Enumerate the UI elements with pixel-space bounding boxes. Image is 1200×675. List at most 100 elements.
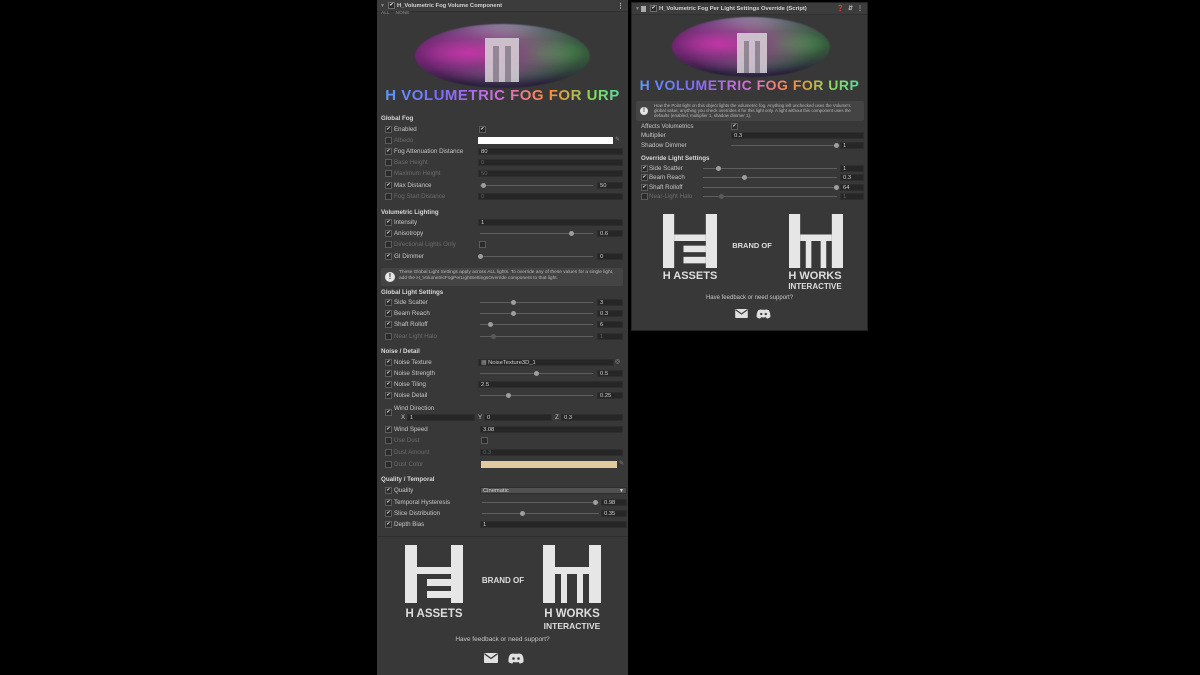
- override-checkbox[interactable]: ✔: [385, 181, 392, 189]
- override-checkbox[interactable]: ✔: [385, 391, 392, 399]
- noise-detail-field[interactable]: 0.25: [597, 391, 623, 399]
- override-checkbox[interactable]: ✔: [385, 509, 392, 517]
- shaft-rolloff-field[interactable]: 6: [597, 320, 623, 328]
- beam-reach-field[interactable]: 0.3: [597, 309, 623, 317]
- wind-x-field[interactable]: 1: [407, 413, 475, 421]
- object-picker-icon[interactable]: ◎: [615, 358, 620, 365]
- mail-icon[interactable]: [735, 309, 748, 318]
- override-checkbox[interactable]: [385, 332, 392, 340]
- override-checkbox[interactable]: ✔: [385, 320, 392, 328]
- override-checkbox[interactable]: ✔: [641, 173, 648, 181]
- near-light-halo-field[interactable]: 1: [597, 332, 623, 340]
- side-scatter-slider-track[interactable]: [480, 302, 593, 303]
- shaft-rolloff-slider-track[interactable]: [703, 187, 837, 188]
- fog-start-distance-field[interactable]: 0: [478, 192, 623, 200]
- side-scatter-field[interactable]: 3: [597, 298, 623, 306]
- shadow-dimmer-slider-track[interactable]: [731, 145, 837, 146]
- max-distance-field[interactable]: 50: [597, 181, 623, 189]
- override-checkbox[interactable]: ✔: [385, 298, 392, 306]
- enabled-toggle[interactable]: ✔: [479, 125, 486, 133]
- foldout-arrow-icon[interactable]: ▼: [380, 3, 386, 9]
- override-checkbox[interactable]: ✔: [641, 183, 648, 191]
- discord-icon[interactable]: [508, 653, 524, 664]
- override-checkbox[interactable]: ✔: [385, 309, 392, 317]
- none-button[interactable]: NONE: [396, 11, 410, 16]
- anisotropy-field[interactable]: 0.6: [597, 229, 623, 237]
- near-light-halo-slider-handle[interactable]: [491, 334, 496, 339]
- override-checkbox[interactable]: [385, 136, 392, 144]
- beam-reach-slider-handle[interactable]: [742, 175, 747, 180]
- directional-lights-only-toggle[interactable]: [479, 240, 486, 248]
- shaft-rolloff-slider-handle[interactable]: [834, 185, 839, 190]
- override-checkbox[interactable]: ✔: [385, 252, 392, 260]
- affects-volumetrics-toggle[interactable]: ✔: [731, 122, 738, 130]
- fog-attenuation-field[interactable]: 80: [478, 147, 623, 155]
- use-dust-toggle[interactable]: [481, 436, 488, 444]
- temporal-hysteresis-slider-handle[interactable]: [593, 500, 598, 505]
- wind-speed-field[interactable]: 3.08: [480, 425, 623, 433]
- override-checkbox[interactable]: [385, 169, 392, 177]
- depth-bias-field[interactable]: 1: [480, 520, 627, 528]
- discord-icon[interactable]: [756, 309, 771, 319]
- override-checkbox[interactable]: ✔: [385, 425, 392, 433]
- component-enabled-checkbox[interactable]: ✔: [388, 2, 395, 9]
- all-button[interactable]: ALL: [381, 11, 390, 16]
- override-checkbox[interactable]: ✔: [385, 380, 392, 388]
- dust-color-field[interactable]: [481, 460, 617, 468]
- override-checkbox[interactable]: [385, 192, 392, 200]
- override-checkbox[interactable]: ✔: [385, 358, 392, 366]
- shaft-rolloff-slider-track[interactable]: [480, 324, 593, 325]
- eyedropper-icon[interactable]: ✎: [619, 460, 624, 467]
- noise-strength-slider-handle[interactable]: [534, 371, 539, 376]
- noise-detail-slider-track[interactable]: [480, 395, 593, 396]
- albedo-color-field[interactable]: [478, 136, 613, 144]
- beam-reach-slider-track[interactable]: [703, 177, 837, 178]
- override-checkbox[interactable]: ✔: [385, 369, 392, 377]
- side-scatter-field[interactable]: 1: [840, 164, 864, 172]
- dust-amount-field[interactable]: 0.3: [480, 448, 623, 456]
- noise-texture-object-field[interactable]: ▦ NoiseTexture3D_1: [478, 358, 614, 366]
- gi-dimmer-slider-handle[interactable]: [478, 254, 483, 259]
- override-checkbox[interactable]: ✔: [385, 498, 392, 506]
- gi-dimmer-field[interactable]: 0: [597, 252, 623, 260]
- anisotropy-slider-handle[interactable]: [569, 231, 574, 236]
- component-header[interactable]: ▼ ✔ H_Volumetric Fog Volume Component ⋮: [377, 0, 628, 12]
- max-distance-slider-track[interactable]: [480, 185, 593, 186]
- override-checkbox[interactable]: [641, 192, 648, 200]
- multiplier-field[interactable]: 0.3: [731, 131, 864, 139]
- eyedropper-icon[interactable]: ✎: [615, 136, 620, 143]
- override-checkbox[interactable]: ✔: [385, 125, 392, 133]
- quality-dropdown[interactable]: Cinematic ▼: [480, 486, 627, 494]
- temporal-hysteresis-field[interactable]: 0.98: [601, 498, 627, 506]
- slice-distribution-slider-handle[interactable]: [520, 511, 525, 516]
- base-height-field[interactable]: 0: [478, 158, 623, 166]
- override-checkbox[interactable]: ✔: [385, 147, 392, 155]
- override-checkbox[interactable]: ✔: [385, 229, 392, 237]
- gi-dimmer-slider-track[interactable]: [480, 256, 593, 257]
- preset-icon[interactable]: ⇵: [848, 5, 853, 12]
- shadow-dimmer-field[interactable]: 1: [840, 141, 864, 149]
- temporal-hysteresis-slider-track[interactable]: [482, 502, 599, 503]
- slice-distribution-slider-track[interactable]: [482, 513, 599, 514]
- intensity-field[interactable]: 1: [478, 218, 623, 226]
- override-checkbox[interactable]: ✔: [385, 218, 392, 226]
- mail-icon[interactable]: [484, 653, 498, 663]
- shaft-rolloff-field[interactable]: 64: [840, 183, 864, 191]
- component-menu-icon[interactable]: ⋮: [617, 2, 624, 10]
- side-scatter-slider-handle[interactable]: [511, 300, 516, 305]
- override-checkbox[interactable]: [385, 240, 392, 248]
- noise-detail-slider-handle[interactable]: [506, 393, 511, 398]
- beam-reach-slider-track[interactable]: [480, 313, 593, 314]
- near-light-halo-slider-track[interactable]: [480, 336, 593, 337]
- override-checkbox[interactable]: ✔: [385, 486, 392, 494]
- component-enabled-checkbox[interactable]: ✔: [650, 5, 657, 12]
- side-scatter-slider-track[interactable]: [703, 168, 837, 169]
- override-checkbox[interactable]: [385, 436, 392, 444]
- near-light-halo-field[interactable]: 1: [840, 192, 864, 200]
- noise-strength-field[interactable]: 0.5: [597, 369, 623, 377]
- shaft-rolloff-slider-handle[interactable]: [488, 322, 493, 327]
- near-light-halo-slider-handle[interactable]: [719, 194, 724, 199]
- component-header[interactable]: ▼ ✔ H_Volumetric Fog Per Light Settings …: [632, 3, 867, 15]
- component-menu-icon[interactable]: ⋮: [857, 5, 863, 12]
- override-checkbox[interactable]: ✔: [641, 164, 648, 172]
